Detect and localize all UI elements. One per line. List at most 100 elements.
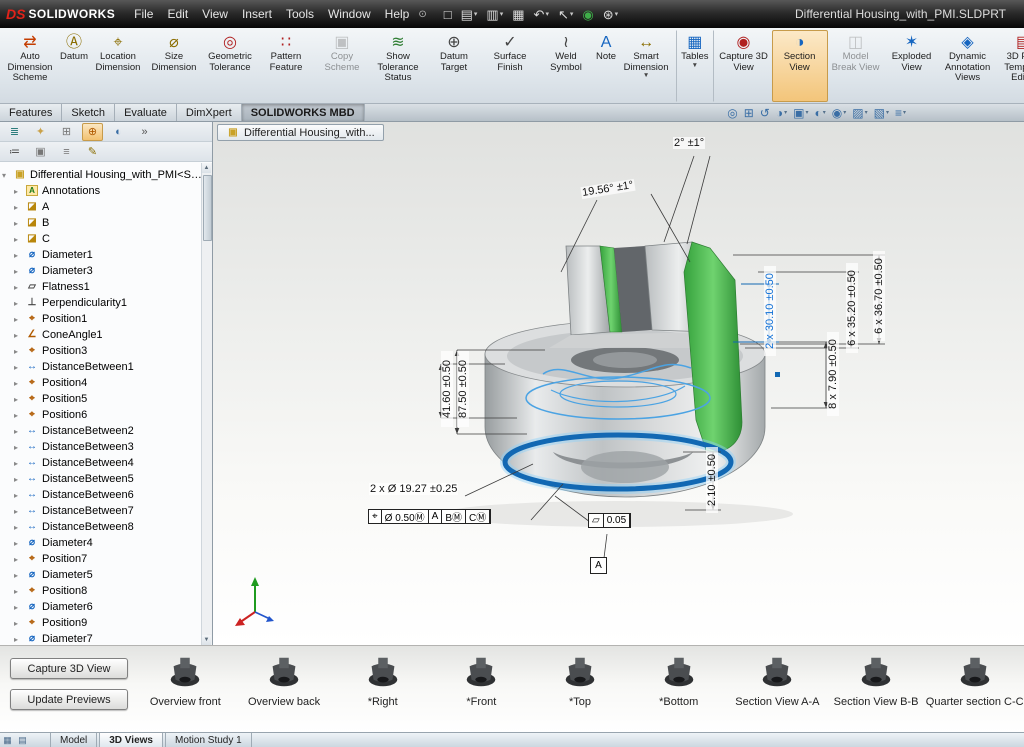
tree-item[interactable]: DistanceBetween5: [0, 471, 202, 487]
ribbon-button[interactable]: ∷ Pattern Feature: [258, 30, 314, 102]
tree-display-icon[interactable]: ≔: [4, 143, 25, 161]
edit-appearance-icon[interactable]: ▨: [852, 107, 867, 119]
expand-arrow-icon[interactable]: [14, 203, 22, 212]
expand-arrow-icon[interactable]: [14, 363, 22, 372]
ribbon-button[interactable]: ▣ Copy Scheme: [314, 30, 370, 102]
expand-arrow-icon[interactable]: [14, 459, 22, 468]
more-managers-icon[interactable]: »: [134, 123, 155, 141]
expand-arrow-icon[interactable]: [14, 475, 22, 484]
scroll-up-icon[interactable]: [202, 163, 211, 173]
new-document-icon[interactable]: □: [441, 7, 455, 22]
ribbon-button[interactable]: ⌀ Size Dimension: [146, 30, 202, 102]
graphics-area[interactable]: Differential Housing_with... 2° ±1° 19.5…: [213, 122, 1024, 645]
view-settings-icon[interactable]: ≡: [895, 107, 906, 119]
ribbon-button[interactable]: ⇄ Auto Dimension Scheme: [2, 30, 58, 102]
tree-item[interactable]: DistanceBetween6: [0, 487, 202, 503]
command-tab[interactable]: Evaluate: [115, 104, 177, 121]
flatness-control-frame[interactable]: ▱0.05: [588, 513, 631, 528]
tree-item[interactable]: DistanceBetween7: [0, 503, 202, 519]
window-layout-icon[interactable]: [0, 733, 15, 747]
ribbon-button[interactable]: ◑ Section View: [772, 30, 828, 102]
dimension-angle-top[interactable]: 2° ±1°: [673, 137, 705, 149]
view-thumbnail-item[interactable]: Overview front: [136, 649, 235, 732]
tree-item[interactable]: Annotations: [0, 183, 202, 199]
dimension-36-70[interactable]: 6 x 36.70 ±0.50: [873, 251, 885, 341]
expand-arrow-icon[interactable]: [14, 283, 22, 292]
expand-arrow-icon[interactable]: [14, 507, 22, 516]
menu-item[interactable]: Insert: [235, 5, 279, 23]
view-thumbnail-item[interactable]: *Right: [333, 649, 432, 732]
scroll-down-icon[interactable]: [202, 635, 211, 645]
expand-arrow-icon[interactable]: [14, 571, 22, 580]
ribbon-button[interactable]: ↔ Smart Dimension: [618, 30, 674, 102]
dimension-87-50[interactable]: 87.50 ±0.50: [457, 351, 469, 427]
tree-item[interactable]: DistanceBetween8: [0, 519, 202, 535]
tree-item[interactable]: Diameter6: [0, 599, 202, 615]
expand-arrow-icon[interactable]: [14, 187, 22, 196]
menu-item[interactable]: File: [127, 5, 160, 23]
ribbon-button[interactable]: A Note: [594, 30, 618, 102]
ribbon-button[interactable]: Ⓐ Datum: [58, 30, 90, 102]
view-thumbnail-item[interactable]: Section View B-B: [827, 649, 926, 732]
update-previews-button[interactable]: Update Previews: [10, 689, 128, 710]
expand-arrow-icon[interactable]: [14, 315, 22, 324]
view-thumbnail-item[interactable]: *Front: [432, 649, 531, 732]
tree-item[interactable]: Diameter1: [0, 247, 202, 263]
tree-item[interactable]: Perpendicularity1: [0, 295, 202, 311]
section-view-icon[interactable]: ◑: [776, 107, 787, 119]
tree-item[interactable]: Position9: [0, 615, 202, 631]
command-tab[interactable]: Sketch: [62, 104, 115, 121]
tree-item[interactable]: Diameter3: [0, 263, 202, 279]
expand-arrow-icon[interactable]: [14, 395, 22, 404]
expand-arrow-icon[interactable]: [14, 603, 22, 612]
command-tab[interactable]: Features: [0, 104, 62, 121]
tree-item[interactable]: DistanceBetween1: [0, 359, 202, 375]
save-icon[interactable]: ▥: [483, 7, 506, 22]
tree-item[interactable]: Position4: [0, 375, 202, 391]
tree-item[interactable]: DistanceBetween3: [0, 439, 202, 455]
ribbon-button[interactable]: ⊕ Datum Target: [426, 30, 482, 102]
expand-arrow-icon[interactable]: [14, 331, 22, 340]
expand-arrow-icon[interactable]: [14, 379, 22, 388]
expand-arrow-icon[interactable]: [14, 427, 22, 436]
expand-arrow-icon[interactable]: [14, 235, 22, 244]
tree-item[interactable]: Position3: [0, 343, 202, 359]
dimension-30-10[interactable]: 2 x 30.10 ±0.50: [764, 266, 776, 356]
viewport-split-icon[interactable]: [15, 733, 30, 747]
ribbon-button[interactable]: ≋ Show Tolerance Status: [370, 30, 426, 102]
configurationmanager-tab-icon[interactable]: ⊞: [56, 123, 77, 141]
tree-item[interactable]: DistanceBetween2: [0, 423, 202, 439]
ribbon-button[interactable]: ▦ Tables: [676, 30, 710, 102]
view-thumbnail-item[interactable]: Overview back: [235, 649, 334, 732]
mode-tab[interactable]: Motion Study 1: [165, 733, 252, 747]
3d-model[interactable]: [213, 122, 1024, 645]
tree-item[interactable]: A: [0, 199, 202, 215]
ribbon-button[interactable]: ✶ Exploded View: [884, 30, 940, 102]
expand-arrow-icon[interactable]: [14, 539, 22, 548]
ribbon-button[interactable]: ✓ Surface Finish: [482, 30, 538, 102]
show-hierarchy-icon[interactable]: ▣: [30, 143, 51, 161]
apply-scene-icon[interactable]: ▧: [874, 107, 889, 119]
propertymanager-tab-icon[interactable]: ✦: [30, 123, 51, 141]
menu-item[interactable]: Help: [378, 5, 417, 23]
open-icon[interactable]: ▤: [458, 7, 481, 22]
view-thumbnail-item[interactable]: Quarter section C-C: [925, 649, 1024, 732]
tree-item[interactable]: Diameter7: [0, 631, 202, 645]
rebuild-icon[interactable]: ◉: [579, 7, 596, 22]
undo-icon[interactable]: ↶: [531, 7, 552, 22]
tree-item[interactable]: B: [0, 215, 202, 231]
ribbon-button[interactable]: ▤ 3D PDF Template Editor: [996, 30, 1024, 102]
menu-item[interactable]: Tools: [279, 5, 321, 23]
datum-feature-label[interactable]: A: [590, 557, 607, 574]
expand-arrow-icon[interactable]: [14, 347, 22, 356]
expand-arrow-icon[interactable]: [14, 299, 22, 308]
tree-item[interactable]: Diameter5: [0, 567, 202, 583]
tree-item[interactable]: Position6: [0, 407, 202, 423]
previous-view-icon[interactable]: ↺: [760, 107, 770, 119]
expand-arrow-icon[interactable]: [14, 523, 22, 532]
ribbon-button[interactable]: ◉ Capture 3D View: [713, 30, 772, 102]
tree-item[interactable]: ConeAngle1: [0, 327, 202, 343]
expand-arrow-icon[interactable]: [14, 251, 22, 260]
dimxpertmanager-tab-icon[interactable]: ⊕: [82, 123, 103, 141]
ribbon-button[interactable]: ◈ Dynamic Annotation Views: [940, 30, 996, 102]
